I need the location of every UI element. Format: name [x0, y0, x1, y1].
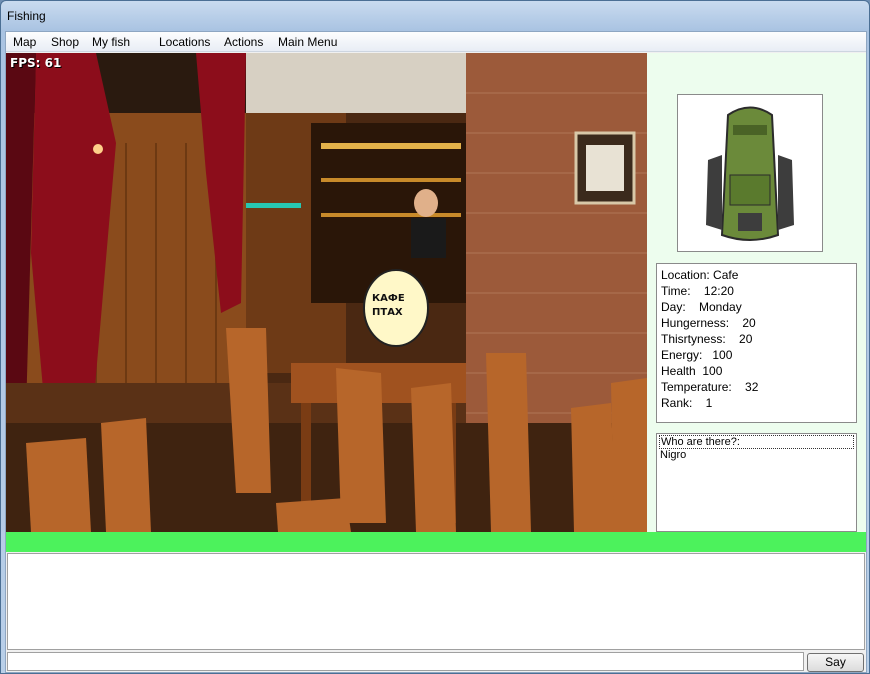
- stat-rank: Rank: 1: [661, 396, 713, 410]
- player-stats: Location: Cafe Time: 12:20 Day: Monday H…: [656, 263, 857, 423]
- client-area: Map Shop My fish Locations Actions Main …: [5, 31, 867, 673]
- menu-shop[interactable]: Shop: [51, 35, 79, 49]
- stat-energy: Energy: 100: [661, 348, 733, 362]
- sign-text-1: КАФЕ: [372, 293, 405, 304]
- menu-actions[interactable]: Actions: [224, 35, 263, 49]
- stat-thirstyness: Thisrtyness: 20: [661, 332, 753, 346]
- say-button[interactable]: Say: [807, 653, 864, 672]
- chat-input[interactable]: [7, 652, 804, 671]
- cafe-scene[interactable]: КАФЕ ПТАХ FPS: 61: [6, 53, 647, 532]
- stat-time: Time: 12:20: [661, 284, 734, 298]
- list-item[interactable]: Nigro: [659, 449, 854, 462]
- cafe-scene-image: КАФЕ ПТАХ: [6, 53, 647, 532]
- title-bar[interactable]: Fishing: [1, 1, 869, 31]
- backpack-icon[interactable]: [677, 94, 823, 252]
- stat-location: Location: Cafe: [661, 268, 739, 282]
- window-title: Fishing: [7, 9, 46, 23]
- menu-bar: Map Shop My fish Locations Actions Main …: [6, 32, 866, 52]
- stat-hungerness: Hungerness: 20: [661, 316, 756, 330]
- status-bar: [6, 532, 866, 552]
- menu-my-fish[interactable]: My fish: [92, 35, 130, 49]
- sign-text-2: ПТАХ: [372, 307, 403, 318]
- app-window: Fishing Map Shop My fish Locations Actio…: [0, 0, 870, 674]
- who-list[interactable]: Who are there?: Nigro: [656, 433, 857, 532]
- side-panel: Location: Cafe Time: 12:20 Day: Monday H…: [647, 53, 866, 532]
- chat-log[interactable]: [7, 553, 865, 650]
- who-list-header[interactable]: Who are there?:: [659, 435, 854, 449]
- menu-locations[interactable]: Locations: [159, 35, 210, 49]
- fps-counter: FPS: 61: [10, 56, 62, 70]
- stat-temperature: Temperature: 32: [661, 380, 759, 394]
- backpack-image: [678, 95, 822, 251]
- stat-day: Day: Monday: [661, 300, 742, 314]
- menu-map[interactable]: Map: [13, 35, 36, 49]
- stat-health: Health 100: [661, 364, 723, 378]
- menu-main-menu[interactable]: Main Menu: [278, 35, 337, 49]
